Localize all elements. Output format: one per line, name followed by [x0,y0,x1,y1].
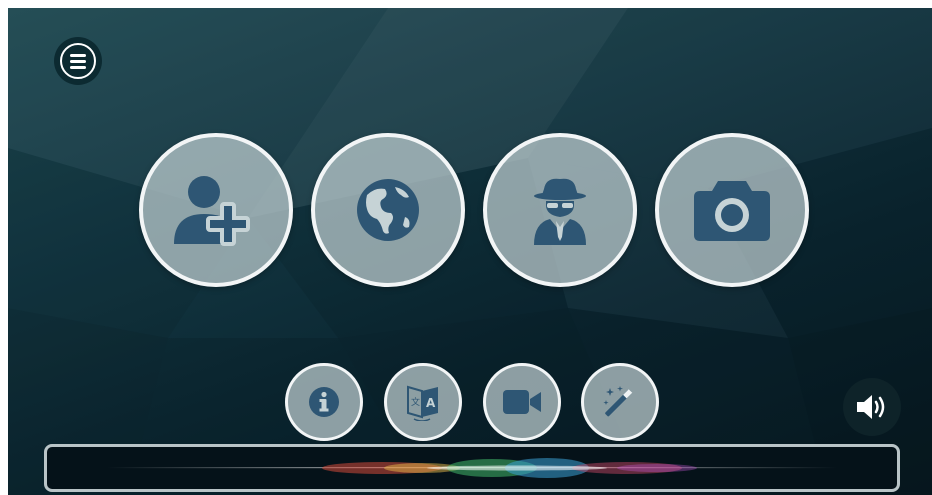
globe-icon [355,177,421,243]
app-screen: 文 A [8,8,932,495]
info-button[interactable] [285,363,363,441]
add-contact-button[interactable] [139,133,293,287]
hamburger-menu-icon [60,43,96,79]
voice-waveform-icon [107,458,837,478]
voice-input-bar[interactable] [44,444,900,492]
translate-button[interactable]: 文 A [384,363,462,441]
menu-button[interactable] [54,37,102,85]
magic-wand-icon [602,384,638,420]
video-button[interactable] [483,363,561,441]
video-camera-icon [502,389,542,415]
incognito-button[interactable] [483,133,637,287]
camera-button[interactable] [655,133,809,287]
info-icon [308,386,340,418]
translate-icon: 文 A [406,383,440,421]
sound-button[interactable] [843,378,901,436]
speaker-volume-icon [855,393,889,421]
spy-icon [530,175,590,245]
svg-text:A: A [426,396,436,410]
magic-button[interactable] [581,363,659,441]
user-plus-icon [170,174,262,246]
svg-text:文: 文 [411,396,420,408]
camera-icon [692,177,772,243]
globe-button[interactable] [311,133,465,287]
